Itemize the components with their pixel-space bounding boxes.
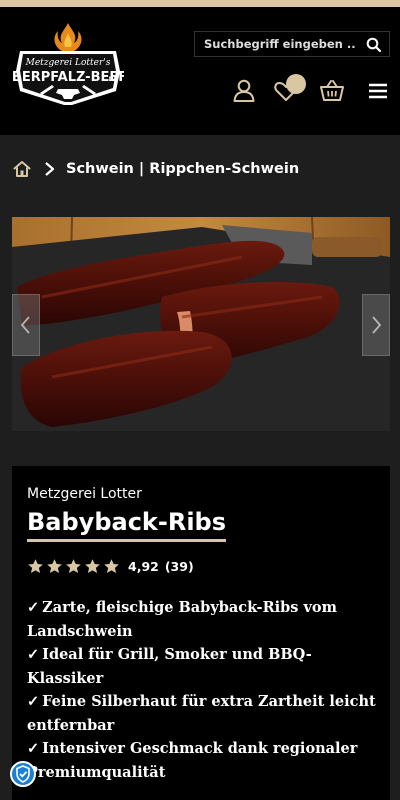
feature-item: ✓ Intensiver Geschmack dank regionaler Pr… xyxy=(27,740,358,781)
check-icon: ✓ xyxy=(27,599,40,616)
search-icon[interactable] xyxy=(365,36,383,54)
site-header: Metzgerei Lotter's OBERPFALZ-BEEF .DE xyxy=(0,7,400,135)
rating-score: 4,92 xyxy=(128,559,159,574)
breadcrumb-current[interactable]: Schwein | Rippchen-Schwein xyxy=(66,161,299,177)
product-rating[interactable]: 4,92 (39) xyxy=(27,558,194,575)
product-title: Babyback-Ribs xyxy=(27,508,227,542)
menu-icon[interactable] xyxy=(364,77,392,105)
star-icon xyxy=(47,559,62,573)
top-accent-stripe xyxy=(0,0,400,7)
gallery-next-button[interactable] xyxy=(362,294,390,356)
chevron-right-icon xyxy=(45,162,55,176)
heart-icon[interactable] xyxy=(272,77,300,105)
chevron-right-icon xyxy=(372,316,382,334)
star-icon xyxy=(85,559,100,573)
logo-suffix: .DE xyxy=(106,76,117,83)
check-icon: ✓ xyxy=(27,740,40,757)
basket-icon[interactable] xyxy=(318,77,346,105)
product-brand[interactable]: Metzgerei Lotter xyxy=(27,486,142,502)
star-icon xyxy=(104,559,119,573)
site-logo[interactable]: Metzgerei Lotter's OBERPFALZ-BEEF .DE xyxy=(12,21,124,109)
check-icon: ✓ xyxy=(27,693,40,710)
logo-line1: Metzgerei Lotter's xyxy=(25,58,111,68)
star-icon xyxy=(28,559,43,573)
product-image[interactable] xyxy=(12,217,390,431)
home-icon[interactable] xyxy=(12,159,32,179)
rating-count: (39) xyxy=(164,559,194,574)
feature-item: ✓ Feine Silberhaut für extra Zartheit lei… xyxy=(27,693,376,734)
trust-badge-button[interactable] xyxy=(10,761,36,787)
product-info-card: Metzgerei Lotter Babyback-Ribs 4,92 (39)… xyxy=(12,466,390,800)
feature-list: ✓ Zarte, fleischige Babyback-Ribs vom Lan… xyxy=(27,596,382,784)
user-icon[interactable] xyxy=(230,77,258,105)
gallery-prev-button[interactable] xyxy=(12,294,40,356)
search-bar xyxy=(194,31,390,57)
star-icon xyxy=(66,559,81,573)
shield-check-icon xyxy=(16,765,30,783)
search-input[interactable] xyxy=(195,32,355,56)
product-photo xyxy=(12,217,390,431)
breadcrumb: Schwein | Rippchen-Schwein xyxy=(12,155,299,183)
chevron-left-icon xyxy=(20,316,30,334)
feature-item: ✓ Ideal für Grill, Smoker und BBQ-Klassik… xyxy=(27,646,312,687)
check-icon: ✓ xyxy=(27,646,40,663)
feature-item: ✓ Zarte, fleischige Babyback-Ribs vom Lan… xyxy=(27,599,337,640)
